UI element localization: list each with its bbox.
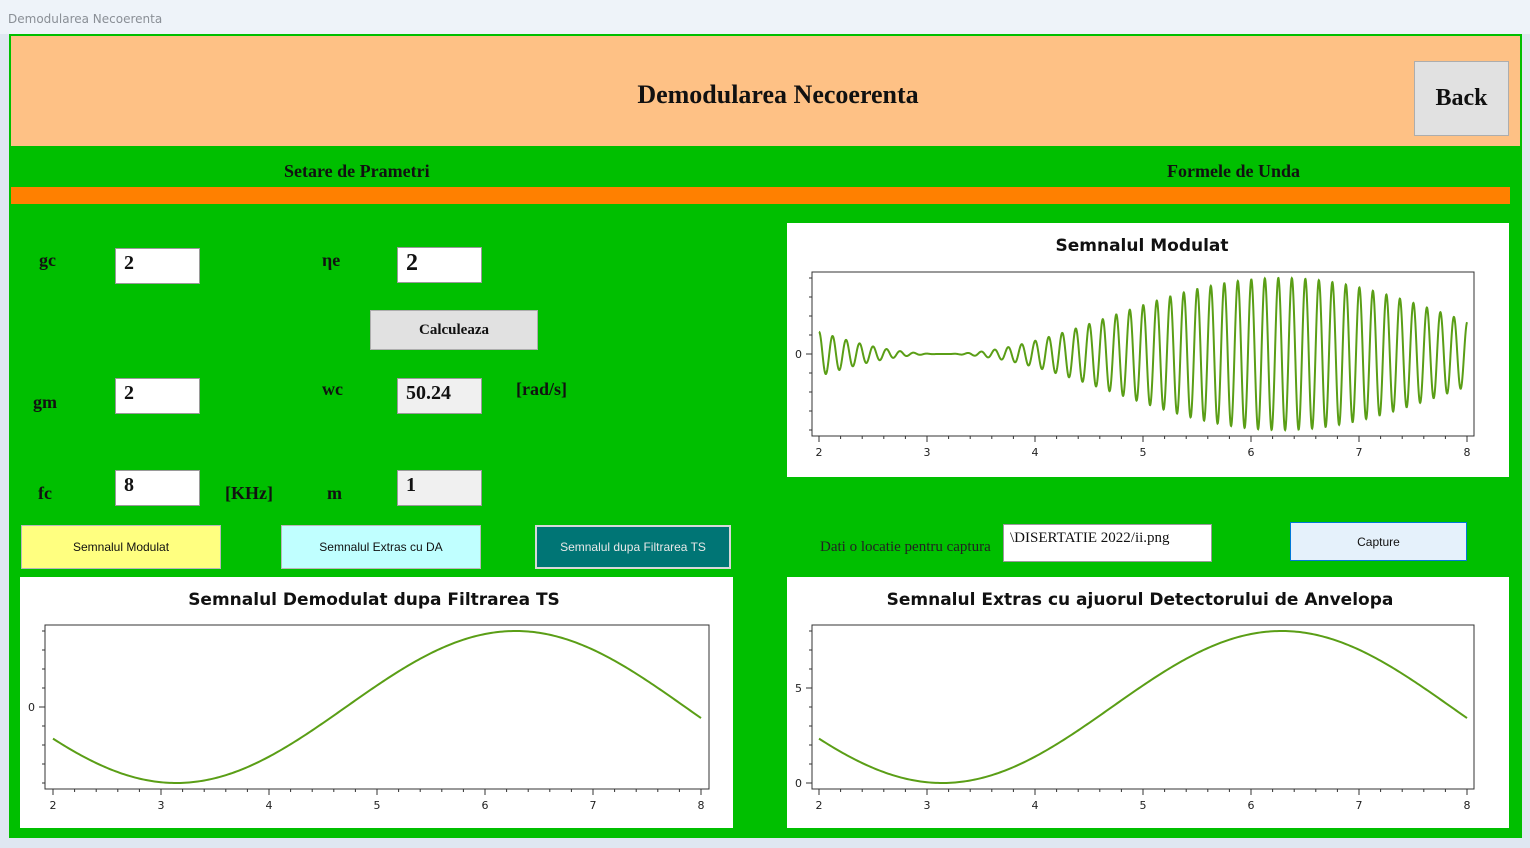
plot-area	[811, 624, 1475, 790]
chart-title: Semnalul Modulat	[1055, 236, 1228, 256]
gm-input[interactable]: 2	[115, 378, 200, 414]
y-tick-label: 0	[28, 701, 35, 714]
wc-unit-label: [rad/s]	[516, 379, 567, 399]
window-titlebar: Demodularea Necoerenta	[0, 0, 1530, 34]
x-tick-label: 3	[158, 799, 165, 812]
x-tick-label: 4	[266, 799, 273, 812]
x-tick-label: 8	[698, 799, 705, 812]
x-tick-label: 5	[1140, 799, 1147, 812]
gc-label: gc	[39, 250, 56, 270]
wc-label: wc	[322, 379, 343, 399]
y-tick-label: 0	[795, 348, 802, 361]
capture-button[interactable]: Capture	[1290, 522, 1467, 561]
fc-label: fc	[38, 483, 52, 503]
y-tick-label: 5	[795, 682, 802, 695]
section-divider	[11, 187, 1510, 204]
filtered-signal-button[interactable]: Semnalul dupa Filtrarea TS	[535, 525, 731, 569]
series-line	[818, 629, 1468, 785]
y-tick-label: 0	[795, 777, 802, 790]
x-tick-label: 6	[1248, 799, 1255, 812]
fc-unit-label: [KHz]	[225, 483, 273, 503]
demodulated-signal-chart: Semnalul Demodulat dupa Filtrarea TS 2 3 4…	[20, 577, 733, 828]
x-tick-label: 2	[50, 799, 57, 812]
fc-input[interactable]: 8	[115, 470, 200, 506]
x-tick-label: 6	[1248, 446, 1255, 459]
envelope-signal-chart: Semnalul Extras cu ajuorul Detectorului …	[787, 577, 1509, 828]
back-button[interactable]: Back	[1414, 61, 1509, 136]
x-tick-label: 3	[924, 446, 931, 459]
page-title: Demodularea Necoerenta	[637, 80, 919, 109]
x-tick-label: 7	[590, 799, 597, 812]
extracted-signal-button[interactable]: Semnalul Extras cu DA	[281, 525, 481, 569]
m-label: m	[327, 483, 342, 503]
chart-title: Semnalul Extras cu ajuorul Detectorului …	[887, 590, 1394, 610]
series-line	[818, 276, 1468, 432]
ne-label: ηe	[322, 250, 341, 270]
gc-input[interactable]: 2	[115, 248, 200, 284]
modulated-signal-chart: Semnalul Modulat 2 3 4 5 6 7 8 0	[787, 223, 1509, 477]
modulated-signal-button[interactable]: Semnalul Modulat	[21, 525, 221, 569]
x-tick-label: 3	[924, 799, 931, 812]
gm-label: gm	[33, 392, 57, 412]
section-label-waveforms: Formele de Unda	[1167, 161, 1300, 181]
x-tick-label: 5	[1140, 446, 1147, 459]
series-line	[52, 629, 702, 785]
m-output: 1	[397, 470, 482, 506]
x-tick-label: 6	[482, 799, 489, 812]
x-tick-label: 2	[816, 799, 823, 812]
x-tick-label: 5	[374, 799, 381, 812]
x-tick-label: 7	[1356, 446, 1363, 459]
ne-input[interactable]: 2	[397, 247, 482, 283]
x-tick-label: 4	[1032, 799, 1039, 812]
x-tick-label: 8	[1464, 799, 1471, 812]
x-tick-label: 8	[1464, 446, 1471, 459]
wc-output: 50.24	[397, 378, 482, 414]
section-label-parameters: Setare de Prametri	[284, 161, 430, 181]
x-tick-label: 2	[816, 446, 823, 459]
capture-path-input[interactable]: \DISERTATIE 2022/ii.png	[1003, 524, 1212, 562]
chart-title: Semnalul Demodulat dupa Filtrarea TS	[188, 590, 560, 610]
x-tick-label: 4	[1032, 446, 1039, 459]
plot-area	[44, 624, 710, 790]
calculate-button[interactable]: Calculeaza	[370, 310, 538, 350]
x-tick-label: 7	[1356, 799, 1363, 812]
capture-location-label: Dati o locatie pentru captura	[820, 539, 991, 555]
